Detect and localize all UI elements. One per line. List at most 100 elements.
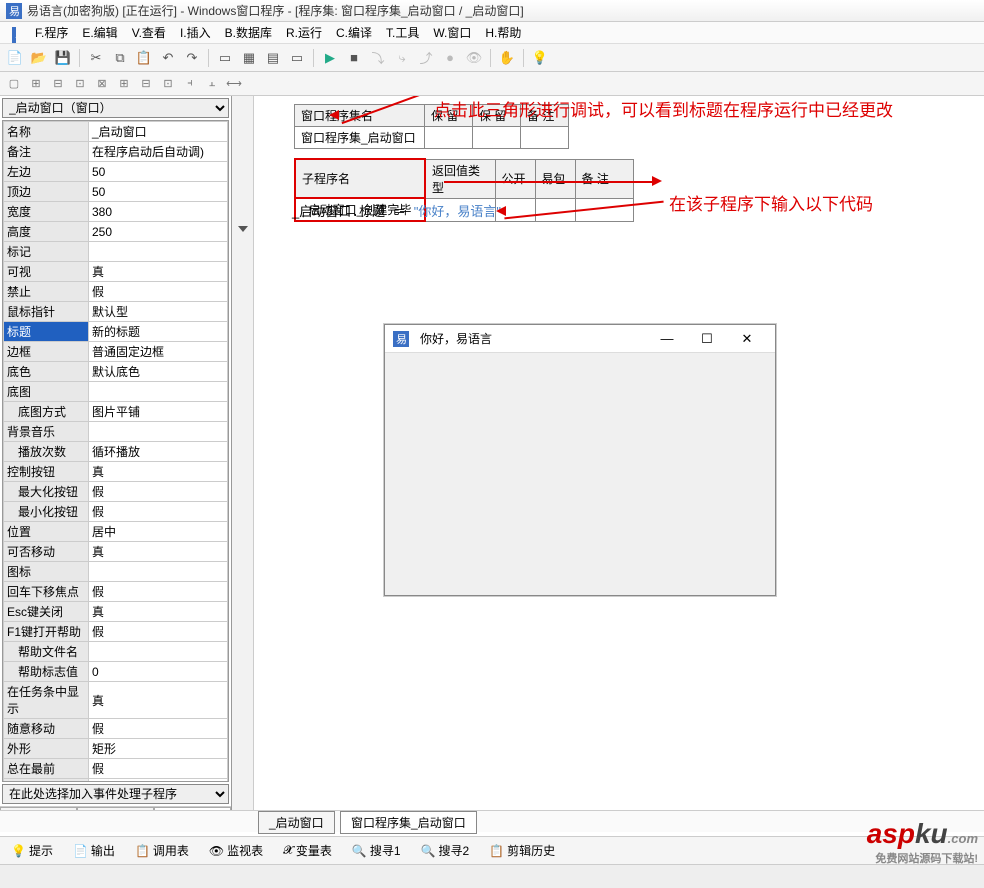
prop-key[interactable]: 帮助文件名 <box>4 642 89 662</box>
layout1-button[interactable]: ▦ <box>238 47 260 69</box>
prop-value[interactable]: 默认型 <box>89 302 228 322</box>
prop-value[interactable]: 50 <box>89 162 228 182</box>
prop-value[interactable]: _启动窗口 <box>89 122 228 142</box>
prop-key[interactable]: 底图方式 <box>4 402 89 422</box>
prop-value[interactable]: 假 <box>89 622 228 642</box>
prop-key[interactable]: 禁止 <box>4 282 89 302</box>
align9-button[interactable]: ⫠ <box>202 74 222 94</box>
prop-value[interactable]: 假 <box>89 759 228 779</box>
menu-view[interactable]: V.查看 <box>126 22 172 43</box>
tab-search1[interactable]: 🔍 搜寻1 <box>345 838 408 863</box>
prop-key[interactable]: 宽度 <box>4 202 89 222</box>
prop-value[interactable]: 50 <box>89 182 228 202</box>
save-button[interactable]: 💾 <box>52 47 74 69</box>
doc-tab-1[interactable]: _启动窗口 <box>258 811 335 834</box>
tab-vars[interactable]: 𝓧 变量表 <box>276 838 339 863</box>
prop-key[interactable]: 控制按钮 <box>4 462 89 482</box>
menu-database[interactable]: B.数据库 <box>219 22 278 43</box>
prop-key[interactable]: 可视 <box>4 262 89 282</box>
tab-tip[interactable]: 💡 提示 <box>4 838 60 863</box>
menu-insert[interactable]: I.插入 <box>174 22 217 43</box>
prop-value[interactable]: 假 <box>89 502 228 522</box>
prop-value[interactable]: 假 <box>89 582 228 602</box>
help-button[interactable]: 💡 <box>529 47 551 69</box>
prop-value[interactable]: 图片平铺 <box>89 402 228 422</box>
prop-value[interactable] <box>89 642 228 662</box>
layout3-button[interactable]: ▭ <box>286 47 308 69</box>
prop-key[interactable]: 标题 <box>4 322 89 342</box>
event-select[interactable]: 在此处选择加入事件处理子程序 <box>2 784 229 804</box>
prop-key[interactable]: 总在最前 <box>4 759 89 779</box>
prop-key[interactable]: 最大化按钮 <box>4 482 89 502</box>
object-select[interactable]: _启动窗口（窗口） <box>2 98 229 118</box>
prop-key[interactable]: 名称 <box>4 122 89 142</box>
step-out-button[interactable]: ⤴ <box>415 47 437 69</box>
align7-button[interactable]: ⊡ <box>158 74 178 94</box>
tab-clip[interactable]: 📋 剪辑历史 <box>482 838 562 863</box>
run-button[interactable]: ▶ <box>319 47 341 69</box>
tab-callstack[interactable]: 📋 调用表 <box>128 838 196 863</box>
prop-key[interactable]: 外形 <box>4 739 89 759</box>
prop-key[interactable]: 底色 <box>4 362 89 382</box>
undo-button[interactable]: ↶ <box>157 47 179 69</box>
menu-run[interactable]: R.运行 <box>280 22 328 43</box>
prop-value[interactable]: 居中 <box>89 522 228 542</box>
prop-value[interactable]: 250 <box>89 222 228 242</box>
menu-tools[interactable]: T.工具 <box>380 22 425 43</box>
preview-minimize-button[interactable]: — <box>647 325 687 353</box>
prop-value[interactable]: 380 <box>89 202 228 222</box>
prop-value[interactable]: 在程序启动后自动调) <box>89 142 228 162</box>
prop-key[interactable]: 图标 <box>4 562 89 582</box>
menu-edit[interactable]: E.编辑 <box>76 22 123 43</box>
prop-key[interactable]: 回车下移焦点 <box>4 582 89 602</box>
prop-value[interactable]: 真 <box>89 542 228 562</box>
preview-titlebar[interactable]: 易 你好，易语言 — ☐ ✕ <box>385 325 775 353</box>
menu-compile[interactable]: C.编译 <box>330 22 378 43</box>
prop-value[interactable]: 真 <box>89 602 228 622</box>
doc-tab-2[interactable]: 窗口程序集_启动窗口 <box>340 811 477 834</box>
prop-value[interactable]: 新的标题 <box>89 322 228 342</box>
prop-key[interactable]: F1键打开帮助 <box>4 622 89 642</box>
prop-value[interactable]: 矩形 <box>89 739 228 759</box>
prop-value[interactable]: 假 <box>89 779 228 783</box>
prop-value[interactable] <box>89 382 228 402</box>
prop-key[interactable]: 顶边 <box>4 182 89 202</box>
prop-value[interactable]: 假 <box>89 282 228 302</box>
align6-button[interactable]: ⊟ <box>136 74 156 94</box>
prop-key[interactable]: 边框 <box>4 342 89 362</box>
prop-key[interactable]: 在任务条中显示 <box>4 682 89 719</box>
new-button[interactable]: 📄 <box>4 47 26 69</box>
prop-key[interactable]: Esc键关闭 <box>4 602 89 622</box>
align10-button[interactable]: ⟷ <box>224 74 244 94</box>
prop-key[interactable]: 高度 <box>4 222 89 242</box>
menu-program[interactable]: F.程序 <box>29 22 74 43</box>
prop-key[interactable]: 最小化按钮 <box>4 502 89 522</box>
prop-value[interactable]: 循环播放 <box>89 442 228 462</box>
prop-key[interactable]: 保持标题条激活 <box>4 779 89 783</box>
menu-window[interactable]: W.窗口 <box>427 22 477 43</box>
prop-key[interactable]: 可否移动 <box>4 542 89 562</box>
prop-key[interactable]: 帮助标志值 <box>4 662 89 682</box>
prop-key[interactable]: 底图 <box>4 382 89 402</box>
align-left-button[interactable]: ▢ <box>4 74 24 94</box>
copy-button[interactable]: ⧉ <box>109 47 131 69</box>
prop-key[interactable]: 随意移动 <box>4 719 89 739</box>
prop-value[interactable]: 假 <box>89 482 228 502</box>
stop-button[interactable]: ■ <box>343 47 365 69</box>
layout2-button[interactable]: ▤ <box>262 47 284 69</box>
open-button[interactable]: 📂 <box>28 47 50 69</box>
code-line[interactable]: _启动窗口.标题 ＝ "你好，易语言" <box>292 201 501 220</box>
align8-button[interactable]: ⫞ <box>180 74 200 94</box>
align2-button[interactable]: ⊟ <box>48 74 68 94</box>
prop-value[interactable]: 真 <box>89 262 228 282</box>
window-list-button[interactable]: ▭ <box>214 47 236 69</box>
preview-maximize-button[interactable]: ☐ <box>687 325 727 353</box>
cut-button[interactable]: ✂ <box>85 47 107 69</box>
prop-value[interactable]: 真 <box>89 462 228 482</box>
prop-value[interactable] <box>89 422 228 442</box>
step-over-button[interactable]: ⤵ <box>367 47 389 69</box>
step-into-button[interactable]: ⤷ <box>391 47 413 69</box>
paste-button[interactable]: 📋 <box>133 47 155 69</box>
breakpoint-button[interactable]: ● <box>439 47 461 69</box>
app-menu-icon[interactable]: 易 <box>6 25 22 41</box>
